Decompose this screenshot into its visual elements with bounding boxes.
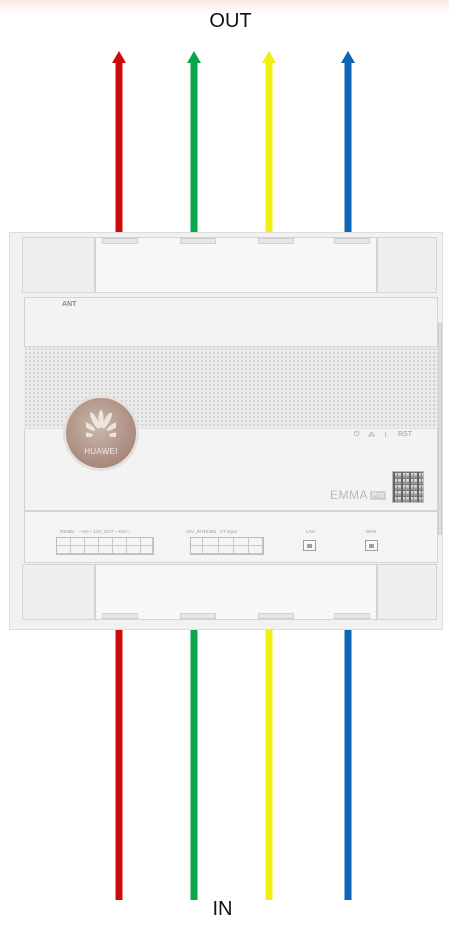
din-rail-clip [438,323,442,535]
brand-label: HUAWEI [84,447,118,456]
mount-ear-top-left [22,237,95,293]
network-indicator-icon: ⁂ [368,432,375,439]
qr-code [392,471,424,503]
wireless-indicator-icon: ⌇ [384,432,388,439]
terminal-group-label-middle: 12V_IN RS485 CT input [186,529,237,534]
bottom-terminal-tab [180,613,216,619]
lan-label: LAN [306,529,315,534]
top-terminal-tab [180,238,216,244]
lan-port[interactable] [303,540,316,551]
upper-band [24,297,438,347]
bottom-terminal-tab [258,613,294,619]
mount-ear-top-right [377,237,437,293]
huawei-logo: HUAWEI [66,398,136,468]
top-terminal-tab [102,238,138,244]
mount-ear-bottom-right [377,564,437,620]
bottom-terminal-tab [102,613,138,619]
model-badge: Pro [370,491,387,500]
arrowhead-red-icon [112,51,126,63]
terminal-block-middle [190,537,264,555]
arrowhead-blue-icon [341,51,355,63]
top-terminal-tab [258,238,294,244]
arrowhead-yellow-icon [262,51,276,63]
power-indicator-icon: ⏻ [354,431,360,438]
arrowhead-green-icon [187,51,201,63]
terminal-group-label-left: RS485 —DI— 12V_OUT —DO— [60,529,131,534]
wan-port[interactable] [365,540,378,551]
reset-label: RST [398,431,412,438]
top-terminal-tab [334,238,370,244]
wan-label: WAN [366,529,377,534]
model-label: EMMA Pro [330,488,387,502]
emma-device: ANT HUAWEI ⏻ ⁂ ⌇ RST EMMA Pro RS485 —DI— … [9,232,443,630]
antenna-label: ANT [62,301,77,308]
terminal-block-left [56,537,154,555]
top-terminal-cover [95,237,377,293]
model-name: EMMA [330,488,368,502]
huawei-petal-icon [86,410,116,438]
mount-ear-bottom-left [22,564,95,620]
bottom-terminal-cover [95,564,377,620]
bottom-terminal-tab [334,613,370,619]
